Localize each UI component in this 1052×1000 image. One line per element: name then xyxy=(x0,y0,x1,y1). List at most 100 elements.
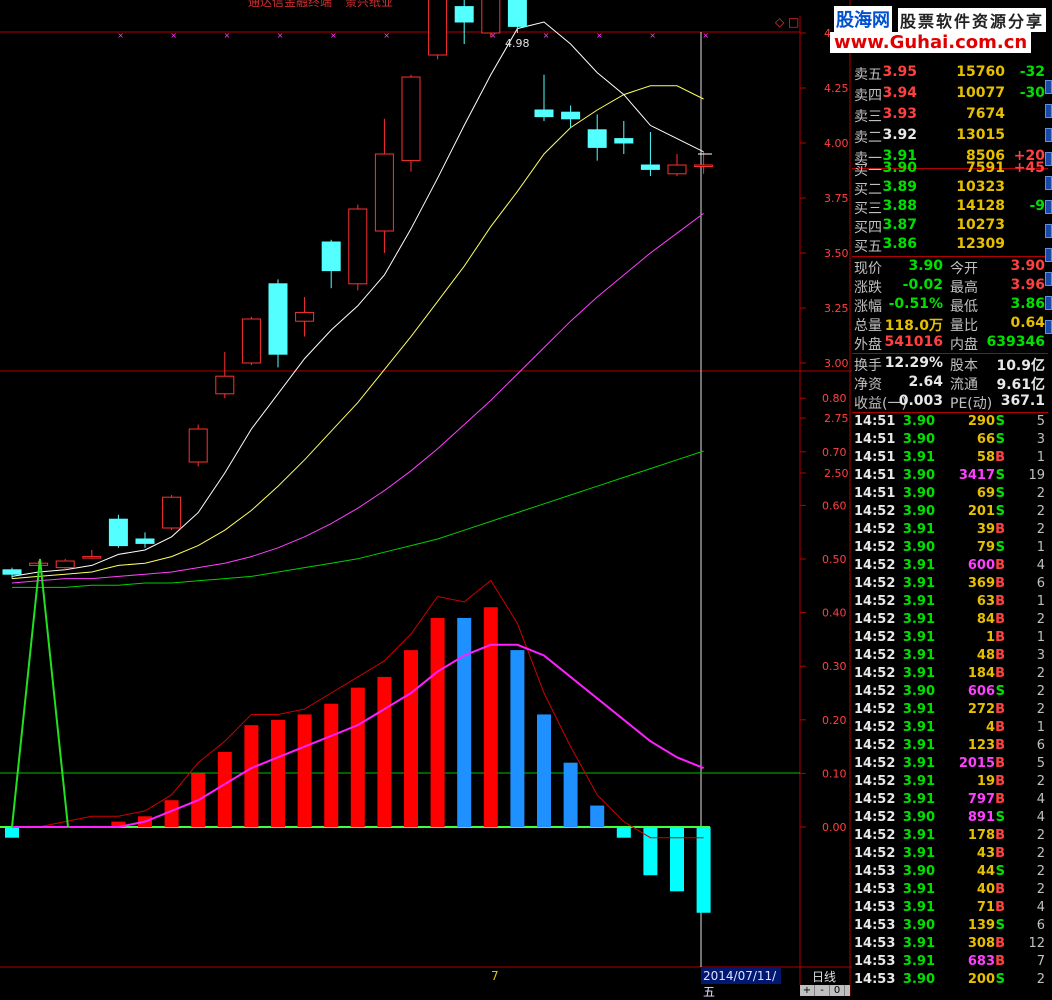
histogram-bar xyxy=(324,703,339,827)
toolbar-button[interactable] xyxy=(1045,320,1052,334)
cell: B xyxy=(995,522,1005,537)
tick-row: 14:52 3.90 606 S 2 xyxy=(852,684,1045,702)
cell: 7674 xyxy=(966,106,1005,122)
candle-body xyxy=(321,241,341,272)
tick-row: 14:52 3.91 43 B 2 xyxy=(852,846,1045,864)
cell: -30 xyxy=(1019,85,1045,101)
cell: S xyxy=(995,972,1005,987)
macd-histogram xyxy=(5,607,711,913)
toolbar-button[interactable] xyxy=(1045,176,1052,190)
orderbook-sell-row: 卖二 3.92 13015 xyxy=(852,127,1045,146)
cell: 3.91 xyxy=(902,648,935,663)
tick-row: 14:52 3.91 63 B 1 xyxy=(852,594,1045,612)
cell: B xyxy=(995,450,1005,465)
cell: 3.91 xyxy=(902,450,935,465)
signal-marker: × xyxy=(330,31,337,40)
toolbar-button[interactable] xyxy=(1045,272,1052,286)
cell: -0.02 xyxy=(902,277,943,293)
cell: 14:52 xyxy=(854,594,896,609)
toolbar-button[interactable] xyxy=(1045,200,1052,214)
cell: 3.91 xyxy=(902,612,935,627)
toolbar-button[interactable] xyxy=(1045,296,1052,310)
tick-row: 14:51 3.90 3417 S 19 xyxy=(852,468,1045,486)
cell: 3.91 xyxy=(902,558,935,573)
cell: B xyxy=(995,828,1005,843)
cell: 3.94 xyxy=(882,85,917,101)
candle-body xyxy=(507,0,527,27)
cell: S xyxy=(995,810,1005,825)
candle-body xyxy=(374,153,394,232)
cell: 3.96 xyxy=(1010,277,1045,293)
diamond-icon[interactable]: ◇ xyxy=(775,15,785,29)
cell: 3.91 xyxy=(902,900,935,915)
cell: 14:53 xyxy=(854,864,896,879)
signal-marker: × xyxy=(596,31,603,40)
cell: 涨幅 xyxy=(854,299,882,315)
cell: 44 xyxy=(976,864,995,879)
tick-row: 14:53 3.90 200 S 2 xyxy=(852,972,1045,990)
price-axis: 4.754.504.254.003.753.503.253.002.752.50 xyxy=(800,27,849,480)
cell: 1 xyxy=(1036,540,1045,555)
cell: S xyxy=(995,684,1005,699)
chart-area[interactable]: ◇ □ ×××××××××××× 4.754.504.254.003.753.5… xyxy=(0,0,852,996)
tick-row: 14:53 3.91 40 B 2 xyxy=(852,882,1045,900)
watermark-url: www.Guhai.com.cn xyxy=(830,32,1032,53)
tick-row: 14:52 3.91 1 B 1 xyxy=(852,630,1045,648)
cell: 0.64 xyxy=(1010,315,1045,331)
cell: 14:52 xyxy=(854,666,896,681)
zoom-reset-button[interactable]: 0 xyxy=(830,985,845,996)
candle-body xyxy=(534,109,554,118)
period-label[interactable]: 日线 xyxy=(812,968,836,985)
zoom-controls[interactable]: + -0 xyxy=(800,985,850,996)
zoom-out-button[interactable]: - xyxy=(815,985,830,996)
fundamental-row: 净资 2.64 流通 9.61亿 xyxy=(852,374,1045,393)
candle-body xyxy=(215,375,235,395)
cell: S xyxy=(995,864,1005,879)
signal-marker: × xyxy=(170,31,177,40)
indicator-tick-label: 0.40 xyxy=(822,607,847,620)
quote-row: 涨幅 -0.51% 最低 3.86 xyxy=(852,296,1045,315)
tick-row: 14:51 3.90 66 S 3 xyxy=(852,432,1045,450)
cell: 14:51 xyxy=(854,450,896,465)
cell: B xyxy=(995,648,1005,663)
close-icon[interactable]: □ xyxy=(788,15,799,29)
cell: 买一 xyxy=(854,163,882,179)
cell: 1 xyxy=(1036,594,1045,609)
cell: 2.64 xyxy=(908,374,943,390)
cell: 14:53 xyxy=(854,900,896,915)
cell: 639346 xyxy=(986,334,1045,350)
tick-row: 14:52 3.91 178 B 2 xyxy=(852,828,1045,846)
cell: B xyxy=(995,792,1005,807)
cell: 2 xyxy=(1036,828,1045,843)
orderbook-sell-row: 卖四 3.94 10077 -30 xyxy=(852,85,1045,104)
cell: 14:51 xyxy=(854,414,896,429)
indicator-tick-label: 0.20 xyxy=(822,714,847,727)
separator xyxy=(852,353,1048,354)
cell: 84 xyxy=(976,612,995,627)
candle-body xyxy=(188,428,208,463)
cell: 14:51 xyxy=(854,468,896,483)
signal-marker: × xyxy=(702,31,709,40)
toolbar-button[interactable] xyxy=(1045,80,1052,94)
toolbar-button[interactable] xyxy=(1045,248,1052,262)
cell: 0.003 xyxy=(898,393,943,409)
tick-row: 14:52 3.91 797 B 4 xyxy=(852,792,1045,810)
cell: S xyxy=(995,432,1005,447)
indicator-tick-label: 0.00 xyxy=(822,821,847,834)
toolbar-button[interactable] xyxy=(1045,152,1052,166)
toolbar-button[interactable] xyxy=(1045,224,1052,238)
candle-body xyxy=(428,0,448,56)
orderbook-buy-row: 买二 3.89 10323 xyxy=(852,179,1045,198)
orderbook-sell-row: 卖三 3.93 7674 xyxy=(852,106,1045,125)
price-tick-label: 3.00 xyxy=(824,357,849,370)
histogram-bar xyxy=(616,827,631,838)
quote-row: 涨跌 -0.02 最高 3.96 xyxy=(852,277,1045,296)
toolbar-button[interactable] xyxy=(1045,128,1052,142)
toolbar-button[interactable] xyxy=(1045,104,1052,118)
signal-marker: × xyxy=(117,31,124,40)
side-toolbar[interactable] xyxy=(1045,80,1052,340)
candle-body xyxy=(348,208,368,285)
cell: 3.91 xyxy=(902,738,935,753)
cell: 3417 xyxy=(958,468,995,483)
zoom-in-button[interactable]: + xyxy=(800,985,815,996)
